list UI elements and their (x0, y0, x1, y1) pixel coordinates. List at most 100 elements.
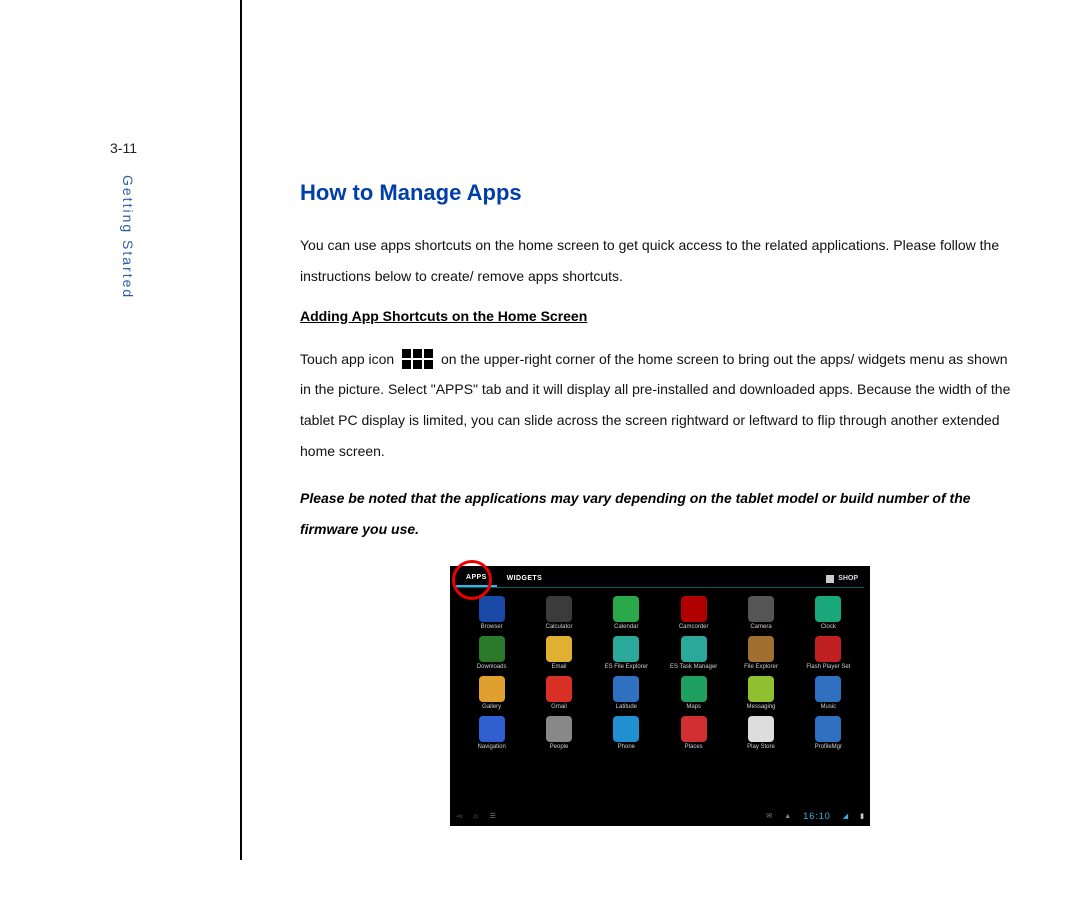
nav-home-icon[interactable]: ⌂ (473, 813, 477, 820)
page-content: How to Manage Apps You can use apps shor… (300, 180, 1020, 826)
app-label: Email (551, 664, 566, 670)
app-icon (815, 636, 841, 662)
app-icon (546, 636, 572, 662)
app-icon (613, 636, 639, 662)
vertical-divider (240, 0, 242, 860)
app-icon (748, 636, 774, 662)
app-label: Calculator (545, 624, 572, 630)
app-item[interactable]: Calculator (525, 596, 592, 630)
app-item[interactable]: ES Task Manager (660, 636, 727, 670)
tablet-figure: APPS WIDGETS SHOP Browser Calculator Calen… (450, 566, 870, 826)
app-item[interactable]: Gmail (525, 676, 592, 710)
app-label: Camcorder (679, 624, 709, 630)
app-item[interactable]: Latitude (593, 676, 660, 710)
app-label: Play Store (747, 744, 775, 750)
app-item[interactable]: Email (525, 636, 592, 670)
app-label: ES File Explorer (605, 664, 648, 670)
app-item[interactable]: Music (795, 676, 862, 710)
app-icon (613, 716, 639, 742)
app-icon (815, 676, 841, 702)
shop-bag-icon (826, 575, 834, 583)
app-icon (815, 596, 841, 622)
app-icon (681, 676, 707, 702)
app-item[interactable]: Browser (458, 596, 525, 630)
app-item[interactable]: People (525, 716, 592, 750)
app-icon (613, 596, 639, 622)
app-label: File Explorer (744, 664, 778, 670)
note-paragraph: Please be noted that the applications ma… (300, 483, 1020, 545)
app-grid-icon (401, 348, 434, 372)
app-item[interactable]: Places (660, 716, 727, 750)
app-label: Camera (750, 624, 771, 630)
app-label: People (550, 744, 569, 750)
app-icon (479, 676, 505, 702)
app-label: Navigation (477, 744, 505, 750)
status-warning-icon: ▲ (784, 813, 791, 820)
app-label: Browser (481, 624, 503, 630)
app-item[interactable]: Flash Player Set (795, 636, 862, 670)
app-item[interactable]: Camcorder (660, 596, 727, 630)
app-icon (613, 676, 639, 702)
app-item[interactable]: Clock (795, 596, 862, 630)
subheading: Adding App Shortcuts on the Home Screen (300, 308, 1020, 324)
app-item[interactable]: Play Store (727, 716, 794, 750)
app-item[interactable]: Gallery (458, 676, 525, 710)
nav-back-icon[interactable]: ◅ (456, 812, 461, 820)
app-label: Clock (821, 624, 836, 630)
app-icon (681, 636, 707, 662)
app-label: ES Task Manager (670, 664, 717, 670)
app-icon (748, 716, 774, 742)
app-label: Flash Player Set (806, 664, 850, 670)
tab-apps[interactable]: APPS (456, 570, 497, 587)
app-item[interactable]: Camera (727, 596, 794, 630)
app-item[interactable]: Maps (660, 676, 727, 710)
app-icon (479, 596, 505, 622)
app-label: Places (685, 744, 703, 750)
tablet-tabs: APPS WIDGETS SHOP (450, 566, 870, 587)
app-label: Maps (686, 704, 701, 710)
app-icon (546, 596, 572, 622)
status-clock: 16:10 (803, 811, 831, 821)
app-icon (479, 716, 505, 742)
status-battery-icon: ▮ (860, 812, 864, 820)
app-icon (681, 716, 707, 742)
app-label: Messaging (746, 704, 775, 710)
app-item[interactable]: ProfileMgr (795, 716, 862, 750)
page-title: How to Manage Apps (300, 180, 1020, 206)
app-grid: Browser Calculator Calendar Camcorder Camera… (450, 588, 870, 750)
intro-paragraph: You can use apps shortcuts on the home s… (300, 230, 1020, 292)
section-label: Getting Started (120, 175, 136, 299)
app-item[interactable]: Downloads (458, 636, 525, 670)
app-icon (748, 676, 774, 702)
app-icon (681, 596, 707, 622)
app-icon (546, 676, 572, 702)
app-label: Latitude (616, 704, 637, 710)
tab-widgets[interactable]: WIDGETS (497, 571, 552, 586)
tablet-screenshot: APPS WIDGETS SHOP Browser Calculator Calen… (450, 566, 870, 826)
app-item[interactable]: Navigation (458, 716, 525, 750)
app-label: Gallery (482, 704, 501, 710)
app-item[interactable]: Messaging (727, 676, 794, 710)
app-label: Calendar (614, 624, 638, 630)
app-item[interactable]: ES File Explorer (593, 636, 660, 670)
status-wifi-icon: ◢ (843, 812, 848, 820)
app-icon (546, 716, 572, 742)
shop-button[interactable]: SHOP (826, 575, 864, 583)
shop-label: SHOP (838, 575, 858, 582)
app-label: Music (820, 704, 836, 710)
app-item[interactable]: Phone (593, 716, 660, 750)
app-label: Gmail (551, 704, 567, 710)
app-icon (479, 636, 505, 662)
app-label: Downloads (477, 664, 507, 670)
app-item[interactable]: File Explorer (727, 636, 794, 670)
app-icon (815, 716, 841, 742)
body-paragraph: Touch app icon on the upper-right corner… (300, 344, 1020, 467)
page-number: 3-11 (110, 140, 137, 156)
app-label: Phone (618, 744, 635, 750)
status-mail-icon: ✉ (766, 812, 772, 820)
tablet-navbar: ◅ ⌂ ☰ ✉ ▲ 16:10 ◢ ▮ (450, 806, 870, 826)
app-icon (748, 596, 774, 622)
app-item[interactable]: Calendar (593, 596, 660, 630)
body-before-icon: Touch app icon (300, 351, 394, 367)
nav-recent-icon[interactable]: ☰ (490, 812, 496, 820)
